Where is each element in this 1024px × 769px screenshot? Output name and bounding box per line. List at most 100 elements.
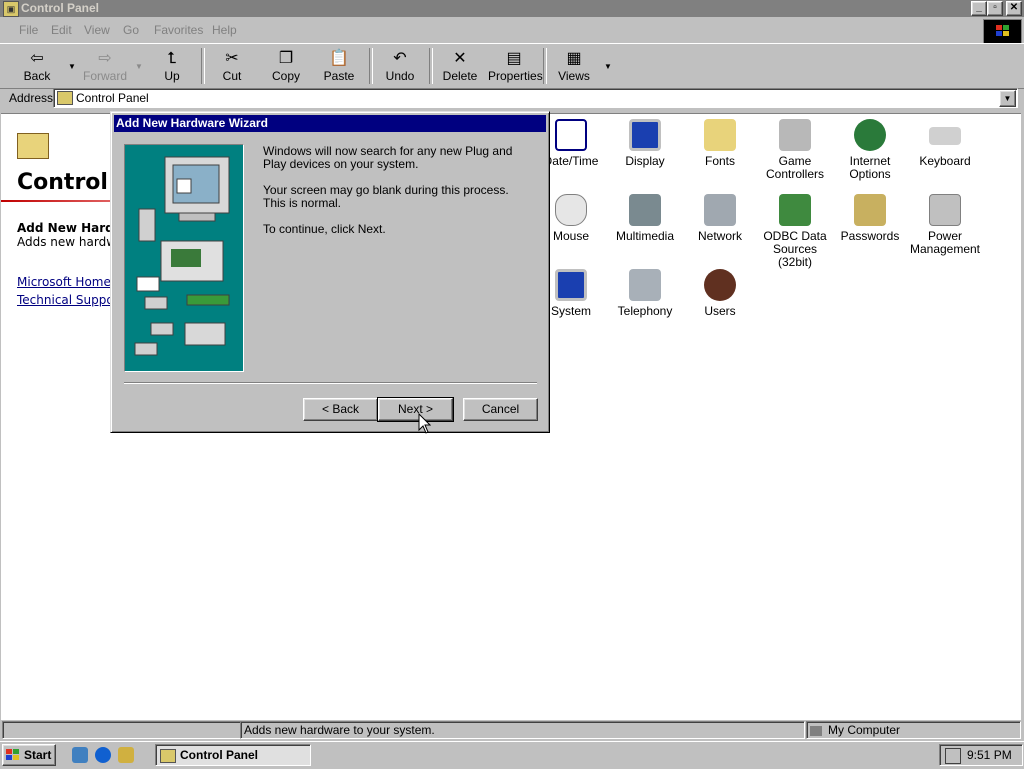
forward-dropdown-icon[interactable]: ▼ (135, 62, 143, 71)
start-button[interactable]: Start (2, 744, 56, 766)
cp-item-multimedia[interactable]: Multimedia (605, 194, 685, 243)
views-grid-icon: ▦ (566, 50, 582, 67)
delete-x-icon: ✕ (453, 50, 467, 67)
globe-icon (854, 119, 886, 151)
dialog-divider (124, 382, 537, 384)
heading-underline (1, 200, 111, 202)
wizard-illustration (124, 144, 244, 372)
forward-button[interactable]: ⇨ Forward (79, 47, 131, 87)
scissors-icon: ✂ (225, 50, 239, 67)
views-button[interactable]: ▦ Views (548, 47, 600, 87)
calendar-clock-icon (555, 119, 587, 151)
copy-button[interactable]: ❐ Copy (260, 47, 312, 87)
toolbar-separator (201, 48, 205, 84)
address-label: Address (9, 91, 54, 105)
outlook-express-icon[interactable] (118, 747, 134, 763)
wizard-paragraph: Windows will now search for any new Plug… (263, 144, 513, 171)
cp-item-label: Network (697, 229, 742, 243)
delete-button[interactable]: ✕ Delete (434, 47, 486, 87)
back-button[interactable]: ⇦ Back (11, 47, 63, 87)
close-button[interactable]: ✕ (1006, 1, 1022, 16)
address-field[interactable]: Control Panel ▼ (53, 88, 1018, 108)
info-pane: Control Add New Hardw Adds new hardw Mic… (1, 114, 111, 714)
cp-item-display[interactable]: Display (605, 119, 685, 168)
network-icon (704, 194, 736, 226)
fonts-folder-icon (704, 119, 736, 151)
logo-red (996, 25, 1002, 30)
show-desktop-icon[interactable] (72, 747, 88, 763)
window-title-bar[interactable]: ▣ Control Panel _ ▫ ✕ (0, 0, 1024, 17)
clock[interactable]: 9:51 PM (967, 748, 1012, 762)
cp-item-label: Telephony (617, 304, 673, 318)
my-computer-icon (810, 725, 822, 736)
cut-label: Cut (222, 69, 242, 83)
wizard-paragraph: Your screen may go blank during this pro… (263, 183, 509, 210)
computer-icon (555, 269, 587, 301)
cp-item-users[interactable]: Users (680, 269, 760, 318)
taskbar-control-panel[interactable]: Control Panel (155, 744, 311, 766)
control-panel-folder-icon (17, 133, 49, 159)
technical-support-link[interactable]: Technical Suppo (17, 293, 111, 307)
menu-favorites[interactable]: Favorites (154, 23, 203, 37)
minimize-button[interactable]: _ (971, 1, 987, 16)
monitor-icon (629, 119, 661, 151)
up-button[interactable]: ⮤ Up (146, 47, 198, 87)
taskbar (0, 741, 1024, 769)
toolbar-separator (543, 48, 547, 84)
forward-arrow-icon: ⇨ (98, 50, 112, 67)
logo-blue (996, 31, 1002, 36)
menu-file[interactable]: File (19, 23, 38, 37)
undo-button[interactable]: ↶ Undo (374, 47, 426, 87)
copy-icon: ❐ (278, 50, 294, 67)
cp-item-fonts[interactable]: Fonts (680, 119, 760, 168)
status-cell-empty (2, 721, 241, 739)
properties-button[interactable]: ▤ Properties (488, 47, 543, 87)
keyboard-icon (929, 127, 961, 145)
mouse-icon (555, 194, 587, 226)
back-label: Back (23, 69, 51, 83)
menu-go[interactable]: Go (123, 23, 139, 37)
cp-item-game-controllers[interactable]: Game Controllers (755, 119, 835, 181)
menu-view[interactable]: View (84, 23, 110, 37)
cp-item-power-management[interactable]: Power Management (905, 194, 985, 256)
cancel-button[interactable]: Cancel (463, 398, 538, 421)
control-panel-icon (160, 748, 176, 763)
dialog-title-bar[interactable]: Add New Hardware Wizard (114, 115, 546, 132)
odbc-icon (779, 194, 811, 226)
up-label: Up (164, 69, 180, 83)
scheduler-icon[interactable] (945, 747, 961, 764)
pane-heading: Control (17, 170, 108, 195)
menu-help[interactable]: Help (212, 23, 237, 37)
keys-icon (854, 194, 886, 226)
internet-explorer-icon[interactable] (95, 747, 111, 763)
menu-edit[interactable]: Edit (51, 23, 72, 37)
cp-item-telephony[interactable]: Telephony (605, 269, 685, 318)
cp-item-passwords[interactable]: Passwords (830, 194, 910, 243)
address-dropdown-icon[interactable]: ▼ (999, 90, 1016, 107)
delete-label: Delete (442, 69, 478, 83)
cp-item-keyboard[interactable]: Keyboard (905, 119, 985, 168)
windows-logo-icon (983, 19, 1022, 44)
next-button[interactable]: Next > (377, 397, 454, 422)
back-wizard-button[interactable]: < Back (303, 398, 378, 421)
control-panel-icon: ▣ (3, 1, 19, 17)
hardware-illustration-icon (134, 156, 230, 356)
cp-item-label: Display (625, 154, 665, 168)
selected-item-description: Adds new hardw (17, 235, 111, 249)
properties-icon: ▤ (506, 50, 522, 67)
cut-button[interactable]: ✂ Cut (206, 47, 258, 87)
back-dropdown-icon[interactable]: ▼ (68, 62, 76, 71)
undo-icon: ↶ (393, 50, 407, 67)
cp-item-internet-options[interactable]: Internet Options (830, 119, 910, 181)
cp-item-odbc[interactable]: ODBC Data Sources (32bit) (755, 194, 835, 269)
paste-button[interactable]: 📋 Paste (313, 47, 365, 87)
status-text: Adds new hardware to your system. (240, 721, 805, 739)
restore-button[interactable]: ▫ (987, 1, 1003, 16)
views-dropdown-icon[interactable]: ▼ (604, 62, 612, 71)
cp-item-network[interactable]: Network (680, 194, 760, 243)
logo-yellow (1003, 31, 1009, 36)
folder-icon (57, 91, 73, 105)
wizard-paragraph: To continue, click Next. (263, 222, 386, 236)
cp-item-label: Fonts (704, 154, 735, 168)
microsoft-home-link[interactable]: Microsoft Home (17, 275, 111, 289)
